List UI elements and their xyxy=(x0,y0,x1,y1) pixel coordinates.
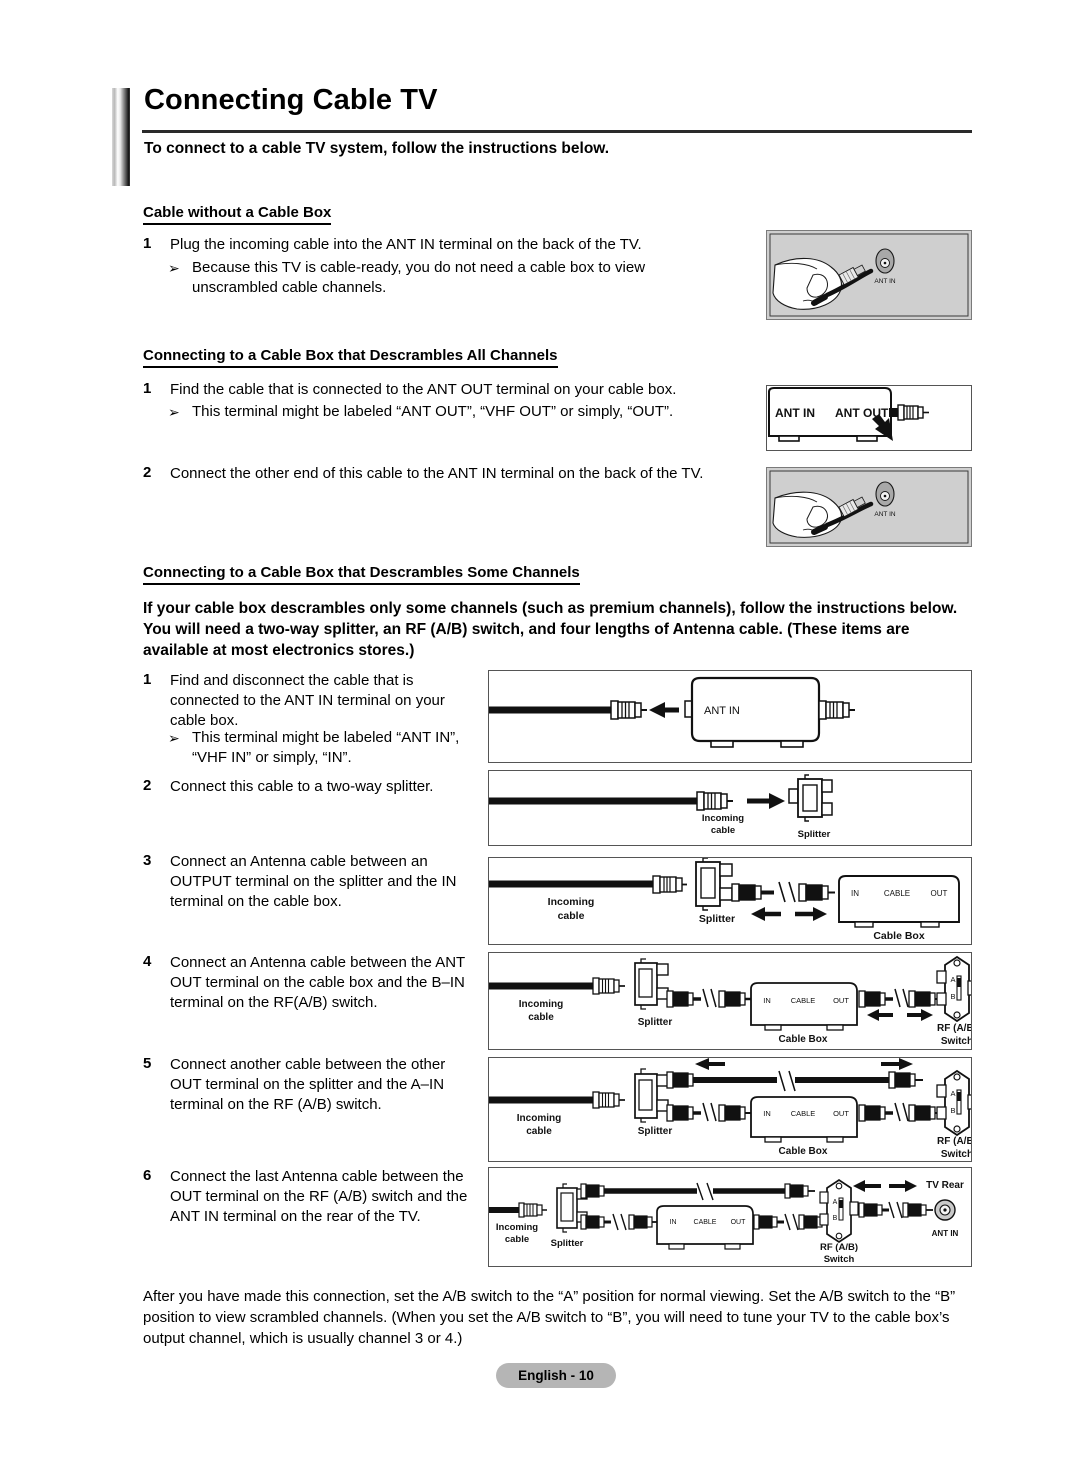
figure-label-incoming: Incoming xyxy=(702,813,744,824)
step-text: Plug the incoming cable into the ANT IN … xyxy=(170,236,642,253)
figure-label-cable-box: Cable Box xyxy=(873,930,925,942)
step-number: 6 xyxy=(143,1167,152,1184)
figure-label-switch-b: B xyxy=(833,1215,838,1222)
bullet-arrow-icon: ➢ xyxy=(168,730,180,746)
figure-label-in: IN xyxy=(763,996,771,1005)
page-footer-badge: English - 10 xyxy=(496,1363,616,1388)
figure-label-cable: cable xyxy=(505,1234,529,1245)
direction-arrow-icon xyxy=(649,702,679,718)
figure-label-ant-in: ANT IN xyxy=(704,705,740,717)
section-heading-descrambles-some: Connecting to a Cable Box that Descrambl… xyxy=(143,564,580,585)
direction-arrow-icon xyxy=(853,1180,917,1192)
figure-label-in: IN xyxy=(670,1219,677,1226)
step-text: Connect the last Antenna cable between t… xyxy=(170,1168,468,1225)
figure-label-incoming: Incoming xyxy=(519,999,563,1010)
figure-label-out: OUT xyxy=(833,1109,849,1118)
figure-label-switch-b: B xyxy=(950,992,955,1001)
step-text: This terminal might be labeled “ANT IN”,… xyxy=(192,729,460,766)
figure-label-out: OUT xyxy=(931,889,948,898)
step-number: 3 xyxy=(143,852,152,869)
figure-label-splitter: Splitter xyxy=(638,1126,673,1137)
figure-label-splitter: Splitter xyxy=(551,1238,584,1249)
step-number: 2 xyxy=(143,464,152,481)
figure-step6-switch-to-tv: Incoming cable Splitter IN CABLE OUT A B… xyxy=(488,1167,972,1267)
step-text: This terminal might be labeled “ANT OUT”… xyxy=(192,403,674,420)
figure-label-switch: Switch xyxy=(941,1036,971,1047)
direction-arrow-icon xyxy=(695,1058,913,1070)
page-title: Connecting Cable TV xyxy=(144,84,438,116)
figure-label-cable-port: CABLE xyxy=(694,1219,717,1226)
step-text: Because this TV is cable-ready, you do n… xyxy=(192,259,646,296)
step-number: 1 xyxy=(143,380,152,397)
figure-label-cable: cable xyxy=(711,825,735,836)
step-number: 1 xyxy=(143,671,152,688)
figure-label-rf-ab: RF (A/B) xyxy=(820,1242,858,1253)
figure-step1-disconnect: ANT IN xyxy=(488,670,972,763)
figure-label-rf-ab: RF (A/B) xyxy=(937,1023,971,1034)
page-subtitle: To connect to a cable TV system, follow … xyxy=(144,140,610,157)
step-text: Connect an Antenna cable between the ANT… xyxy=(170,954,465,1011)
step-number: 4 xyxy=(143,953,152,970)
step-number: 5 xyxy=(143,1055,152,1072)
figure-label-switch-a: A xyxy=(950,975,955,984)
figure-photo-hand-ant-in-bottom: ANT IN xyxy=(766,467,972,547)
figure-label-splitter: Splitter xyxy=(798,829,831,840)
figure-label-ant-in: ANT IN xyxy=(775,406,815,420)
step-text: Connect another cable between the other … xyxy=(170,1056,446,1113)
figure-label-switch: Switch xyxy=(941,1149,971,1160)
closing-paragraph: After you have made this connection, set… xyxy=(143,1288,956,1347)
manual-page: Connecting Cable TV To connect to a cabl… xyxy=(0,0,1080,1474)
figure-label-cable: cable xyxy=(526,1126,552,1137)
section-intro-text: If your cable box descrambles only some … xyxy=(143,600,958,659)
direction-arrow-icon xyxy=(867,1009,933,1021)
figure-photo-hand-ant-in-top: ANT IN xyxy=(766,230,972,320)
figure-label-cable-port: CABLE xyxy=(791,996,816,1005)
figure-label-incoming: Incoming xyxy=(496,1222,538,1233)
figure-label-splitter: Splitter xyxy=(699,913,735,925)
figure-step5-splitter-to-switch: Incoming cable Splitter IN CABLE OUT Cab… xyxy=(488,1057,972,1162)
figure-label-ant-in: ANT IN xyxy=(874,511,895,518)
title-divider xyxy=(142,130,972,133)
figure-label-out: OUT xyxy=(833,996,849,1005)
figure-label-tv-rear: TV Rear xyxy=(926,1180,964,1191)
step-number: 2 xyxy=(143,777,152,794)
header-accent-bar xyxy=(112,88,130,186)
figure-label-cable-port: CABLE xyxy=(884,889,910,898)
direction-arrow-icon xyxy=(751,907,827,921)
figure-label-cable-port: CABLE xyxy=(791,1109,816,1118)
figure-label-in: IN xyxy=(851,889,859,898)
figure-label-incoming: Incoming xyxy=(548,896,595,908)
section-heading-cable-without-box: Cable without a Cable Box xyxy=(143,204,332,225)
figure-label-rf-ab: RF (A/B) xyxy=(937,1136,971,1147)
figure-label-out: OUT xyxy=(731,1219,747,1226)
step-text: Connect an Antenna cable between an OUTP… xyxy=(170,853,457,910)
bullet-arrow-icon: ➢ xyxy=(168,260,180,276)
figure-label-switch-a: A xyxy=(833,1199,838,1206)
step-text: Connect the other end of this cable to t… xyxy=(170,465,704,482)
section-heading-descrambles-all: Connecting to a Cable Box that Descrambl… xyxy=(143,347,558,368)
figure-step2-splitter: Incoming cable Splitter xyxy=(488,770,972,846)
figure-step4-box-to-switch: Incoming cable Splitter IN CABLE OUT Cab… xyxy=(488,952,972,1050)
figure-label-tv-ant-in: ANT IN xyxy=(932,1229,959,1238)
direction-arrow-icon xyxy=(747,793,785,809)
figure-label-cable: cable xyxy=(558,910,585,922)
bullet-arrow-icon: ➢ xyxy=(168,404,180,420)
figure-label-splitter: Splitter xyxy=(638,1017,673,1028)
step-number: 1 xyxy=(143,235,152,252)
figure-cablebox-ant-out: ANT IN ANT OUT xyxy=(766,385,972,451)
figure-label-ant-in: ANT IN xyxy=(874,278,895,285)
figure-label-cable-box: Cable Box xyxy=(779,1034,828,1045)
figure-step3-splitter-to-box: Incoming cable Splitter IN CABLE OUT Cab… xyxy=(488,857,972,945)
figure-label-incoming: Incoming xyxy=(517,1113,561,1124)
step-text: Find the cable that is connected to the … xyxy=(170,381,677,398)
step-text: Find and disconnect the cable that is co… xyxy=(170,672,445,729)
step-text: Connect this cable to a two-way splitter… xyxy=(170,778,434,795)
figure-label-cable-box: Cable Box xyxy=(779,1146,828,1157)
figure-label-in: IN xyxy=(763,1109,771,1118)
figure-label-switch: Switch xyxy=(824,1254,855,1265)
figure-label-switch-a: A xyxy=(950,1089,955,1098)
figure-label-cable: cable xyxy=(528,1012,554,1023)
figure-label-switch-b: B xyxy=(950,1106,955,1115)
